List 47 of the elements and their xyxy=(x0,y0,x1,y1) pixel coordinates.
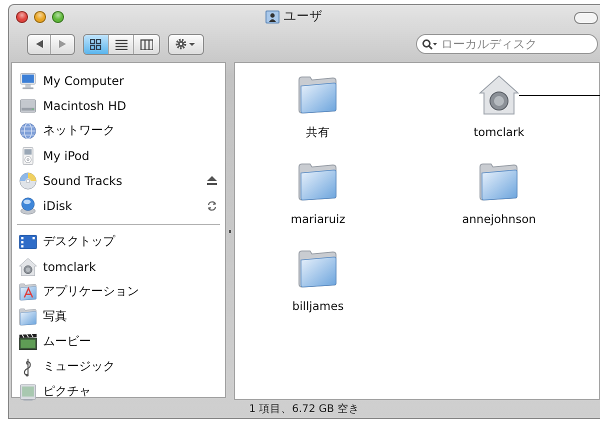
toolbar-toggle-button[interactable] xyxy=(574,12,598,24)
sidebar-item[interactable]: ピクチャ xyxy=(12,379,225,404)
file-item[interactable]: tomclark xyxy=(474,73,524,160)
picture-frame-icon xyxy=(18,382,38,402)
window-title: ユーザ xyxy=(284,8,322,25)
gear-icon xyxy=(175,38,197,50)
eject-icon[interactable] xyxy=(207,176,217,185)
sidebar-item[interactable]: My iPod xyxy=(12,143,225,168)
sidebar-item[interactable]: アプリケーション xyxy=(12,279,225,304)
clapperboard-icon xyxy=(18,332,38,352)
sidebar-item[interactable]: Macintosh HD xyxy=(12,93,225,118)
file-item[interactable]: 共有 xyxy=(296,73,340,160)
grid-icon xyxy=(90,38,102,50)
sidebar-item[interactable]: tomclark xyxy=(12,254,225,279)
list-icon xyxy=(114,38,128,50)
users-folder-icon xyxy=(264,9,280,24)
disk-globe-icon xyxy=(18,196,38,216)
sidebar-item[interactable]: ミュージック xyxy=(12,354,225,379)
sidebar-item[interactable]: デスクトップ xyxy=(12,229,225,254)
status-text: 1 項目、6.72 GB 空き xyxy=(248,402,360,417)
file-item[interactable]: mariaruiz xyxy=(290,160,346,247)
minimize-button[interactable] xyxy=(34,11,46,23)
home-icon xyxy=(18,256,38,276)
sidebar-item[interactable]: 写真 xyxy=(12,304,225,329)
file-item[interactable]: annejohnson xyxy=(462,160,536,247)
home-icon xyxy=(476,73,521,117)
search-icon xyxy=(422,39,438,50)
sidebar-item[interactable]: iDisk xyxy=(12,193,225,218)
forward-arrow-icon xyxy=(59,40,66,48)
cd-icon xyxy=(18,170,38,190)
back-arrow-icon xyxy=(36,40,42,48)
applications-folder-icon xyxy=(18,282,38,302)
sidebar-item[interactable]: Sound Tracks xyxy=(12,168,225,193)
file-item[interactable]: billjames xyxy=(292,247,344,334)
columns-icon xyxy=(140,38,153,50)
close-button[interactable] xyxy=(16,11,28,23)
splitter-handle[interactable] xyxy=(229,230,231,232)
icons-view-button[interactable] xyxy=(84,34,109,54)
zoom-button[interactable] xyxy=(52,11,64,23)
sidebar-item[interactable]: ムービー xyxy=(12,329,225,354)
sidebar-item[interactable]: ネットワーク xyxy=(12,118,225,143)
sidebar-item[interactable]: My Computer xyxy=(12,68,225,93)
computer-icon xyxy=(18,70,38,90)
globe-icon xyxy=(18,120,38,140)
sync-icon xyxy=(207,200,217,210)
folder-icon xyxy=(18,306,38,326)
search-field[interactable]: ローカルディスク xyxy=(416,34,598,54)
